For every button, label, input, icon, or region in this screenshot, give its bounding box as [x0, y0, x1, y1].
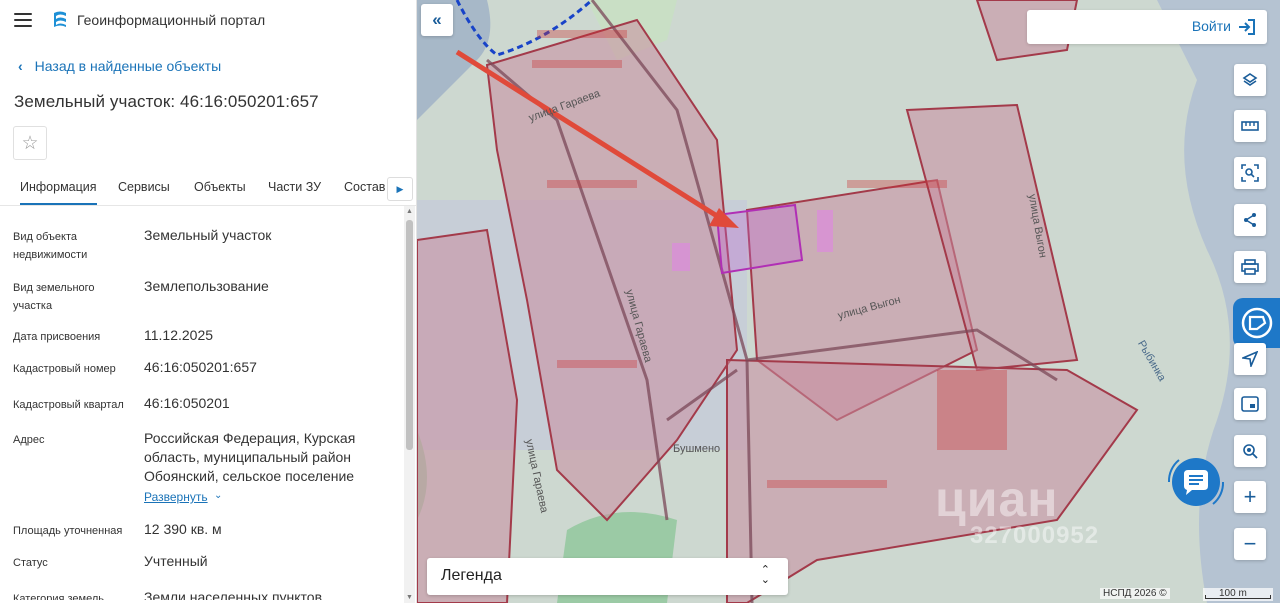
property-value: 46:16:050201:657: [144, 359, 257, 375]
property-label: Вид земельного участка: [13, 282, 95, 312]
zoom-in-button[interactable]: +: [1234, 481, 1266, 513]
minimap-icon: [1241, 396, 1259, 412]
place-label: Бушмено: [673, 443, 721, 455]
property-label: Кадастровый номер: [13, 363, 116, 375]
property-value: Учтенный: [144, 553, 208, 569]
portal-title[interactable]: Геоинформационный портал: [77, 12, 265, 28]
watermark: циан: [935, 471, 1059, 527]
property-value: Российская Федерация, Курская область, м…: [144, 430, 356, 484]
layers-icon: [1242, 73, 1258, 86]
property-value: Землепользование: [144, 278, 269, 294]
info-sidebar: Геоинформационный портал ‹ Назад в найде…: [0, 0, 417, 603]
legend-select[interactable]: Легенда ⌃ ⌄: [427, 558, 788, 595]
minimap-button[interactable]: [1234, 388, 1266, 420]
object-tabs: Информация Сервисы Объекты Части ЗУ Сост…: [0, 172, 416, 206]
property-value: 12 390 кв. м: [144, 521, 222, 537]
tabs-scroll-right-button[interactable]: ▶: [387, 177, 413, 201]
property-value: Земли населенных пунктов: [144, 589, 323, 600]
chevron-down-icon[interactable]: ⌄: [214, 490, 222, 501]
tab-parts[interactable]: Части ЗУ: [268, 180, 321, 194]
nspd-logo-icon: [1241, 307, 1272, 339]
login-icon: [1239, 19, 1255, 35]
double-chevron-left-icon: «: [432, 10, 442, 29]
scroll-down-icon[interactable]: ▼: [406, 594, 413, 601]
print-icon: [1241, 259, 1259, 275]
ruler-icon: [1241, 121, 1259, 131]
property-label: Площадь уточненная: [13, 525, 123, 537]
map-layers: [417, 0, 1280, 603]
zoom-out-button[interactable]: −: [1234, 528, 1266, 560]
property-label: Кадастровый квартал: [13, 399, 124, 411]
back-to-results-link[interactable]: ‹ Назад в найденные объекты: [18, 58, 221, 74]
login-label: Войти: [1191, 18, 1231, 34]
map-search-button[interactable]: [1234, 435, 1266, 467]
share-icon: [1244, 213, 1256, 227]
property-value: 11.12.2025: [144, 327, 214, 343]
scroll-up-icon[interactable]: ▲: [406, 208, 413, 215]
tab-services[interactable]: Сервисы: [118, 180, 170, 194]
scale-label: 100 m: [1219, 588, 1247, 599]
map-canvas[interactable]: улица Гараева улица Гараева улица Гараев…: [417, 0, 1280, 603]
page-title: Земельный участок: 46:16:050201:657: [14, 92, 319, 111]
chat-button[interactable]: [1161, 452, 1231, 512]
menu-icon[interactable]: [14, 13, 32, 27]
navigation-arrow-icon: [1242, 351, 1258, 367]
layers-button[interactable]: [1234, 64, 1266, 96]
star-icon: ☆: [21, 132, 39, 154]
property-list: Вид объекта недвижимости Земельный участ…: [0, 220, 403, 600]
locate-button[interactable]: [1234, 343, 1266, 375]
scrollbar-thumb[interactable]: [406, 220, 413, 450]
property-value: Земельный участок: [144, 227, 272, 243]
map-scale: 100 m: [1203, 588, 1273, 601]
print-button[interactable]: [1234, 251, 1266, 283]
property-label: Адрес: [13, 434, 45, 446]
ruler-button[interactable]: [1234, 110, 1266, 142]
map-attribution: НСПД 2026 ©: [1100, 588, 1170, 599]
watermark-id: 327000952: [970, 522, 1100, 549]
portal-logo-icon[interactable]: [51, 10, 69, 30]
sidebar-header: Геоинформационный портал: [0, 0, 416, 40]
property-label: Дата присвоения: [13, 331, 101, 343]
sidebar-scrollbar[interactable]: ▲ ▼: [404, 206, 415, 603]
property-label: Категория земель: [13, 593, 104, 600]
app-root: Геоинформационный портал ‹ Назад в найде…: [0, 0, 1280, 603]
login-button[interactable]: Войти: [1027, 10, 1267, 44]
chevron-updown-icon: ⌃ ⌄: [760, 564, 770, 586]
minus-icon: −: [1243, 531, 1257, 556]
area-select-icon: [1241, 164, 1259, 182]
plus-icon: +: [1243, 484, 1257, 509]
selected-parcel: [715, 203, 804, 275]
property-value: 46:16:050201: [144, 395, 230, 411]
tab-composition[interactable]: Состав: [344, 180, 385, 194]
legend-label: Легенда: [441, 567, 502, 584]
caret-right-icon: ▶: [396, 183, 404, 194]
tab-information[interactable]: Информация: [20, 180, 97, 205]
property-label: Статус: [13, 557, 48, 569]
share-button[interactable]: [1234, 204, 1266, 236]
property-label: Вид объекта недвижимости: [13, 231, 88, 261]
nspd-panel-button[interactable]: [1233, 298, 1280, 348]
back-link-label: Назад в найденные объекты: [34, 58, 222, 74]
area-select-button[interactable]: [1234, 157, 1266, 189]
tab-objects[interactable]: Объекты: [194, 180, 246, 194]
collapse-sidebar-button[interactable]: «: [421, 4, 453, 36]
chevron-left-icon: ‹: [18, 58, 23, 74]
favorite-button[interactable]: ☆: [13, 126, 47, 160]
map-search-icon: [1243, 444, 1258, 459]
expand-address-link[interactable]: Развернуть: [144, 490, 208, 504]
